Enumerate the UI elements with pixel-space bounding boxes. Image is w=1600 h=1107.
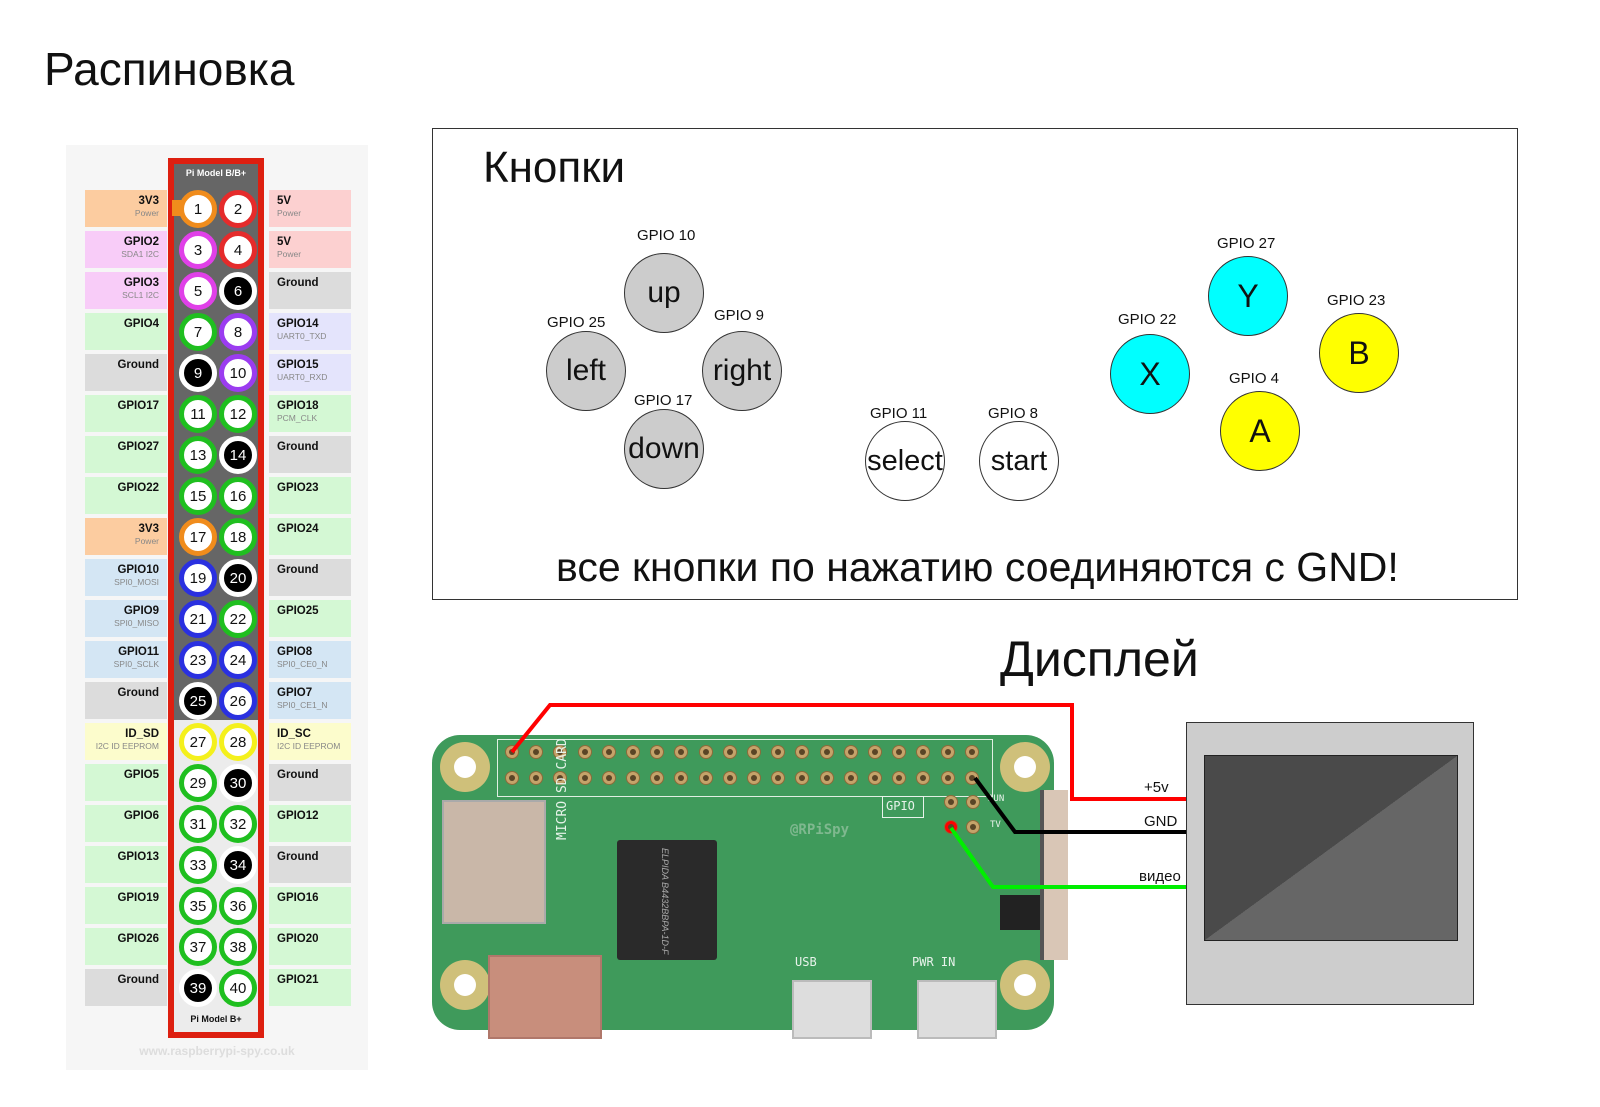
wire-label-5v: +5v: [1144, 779, 1169, 796]
wire-5v: [510, 703, 1186, 801]
wire-label-video: видео: [1139, 868, 1181, 885]
wires: [510, 703, 1186, 889]
wire-label-gnd: GND: [1144, 813, 1178, 830]
